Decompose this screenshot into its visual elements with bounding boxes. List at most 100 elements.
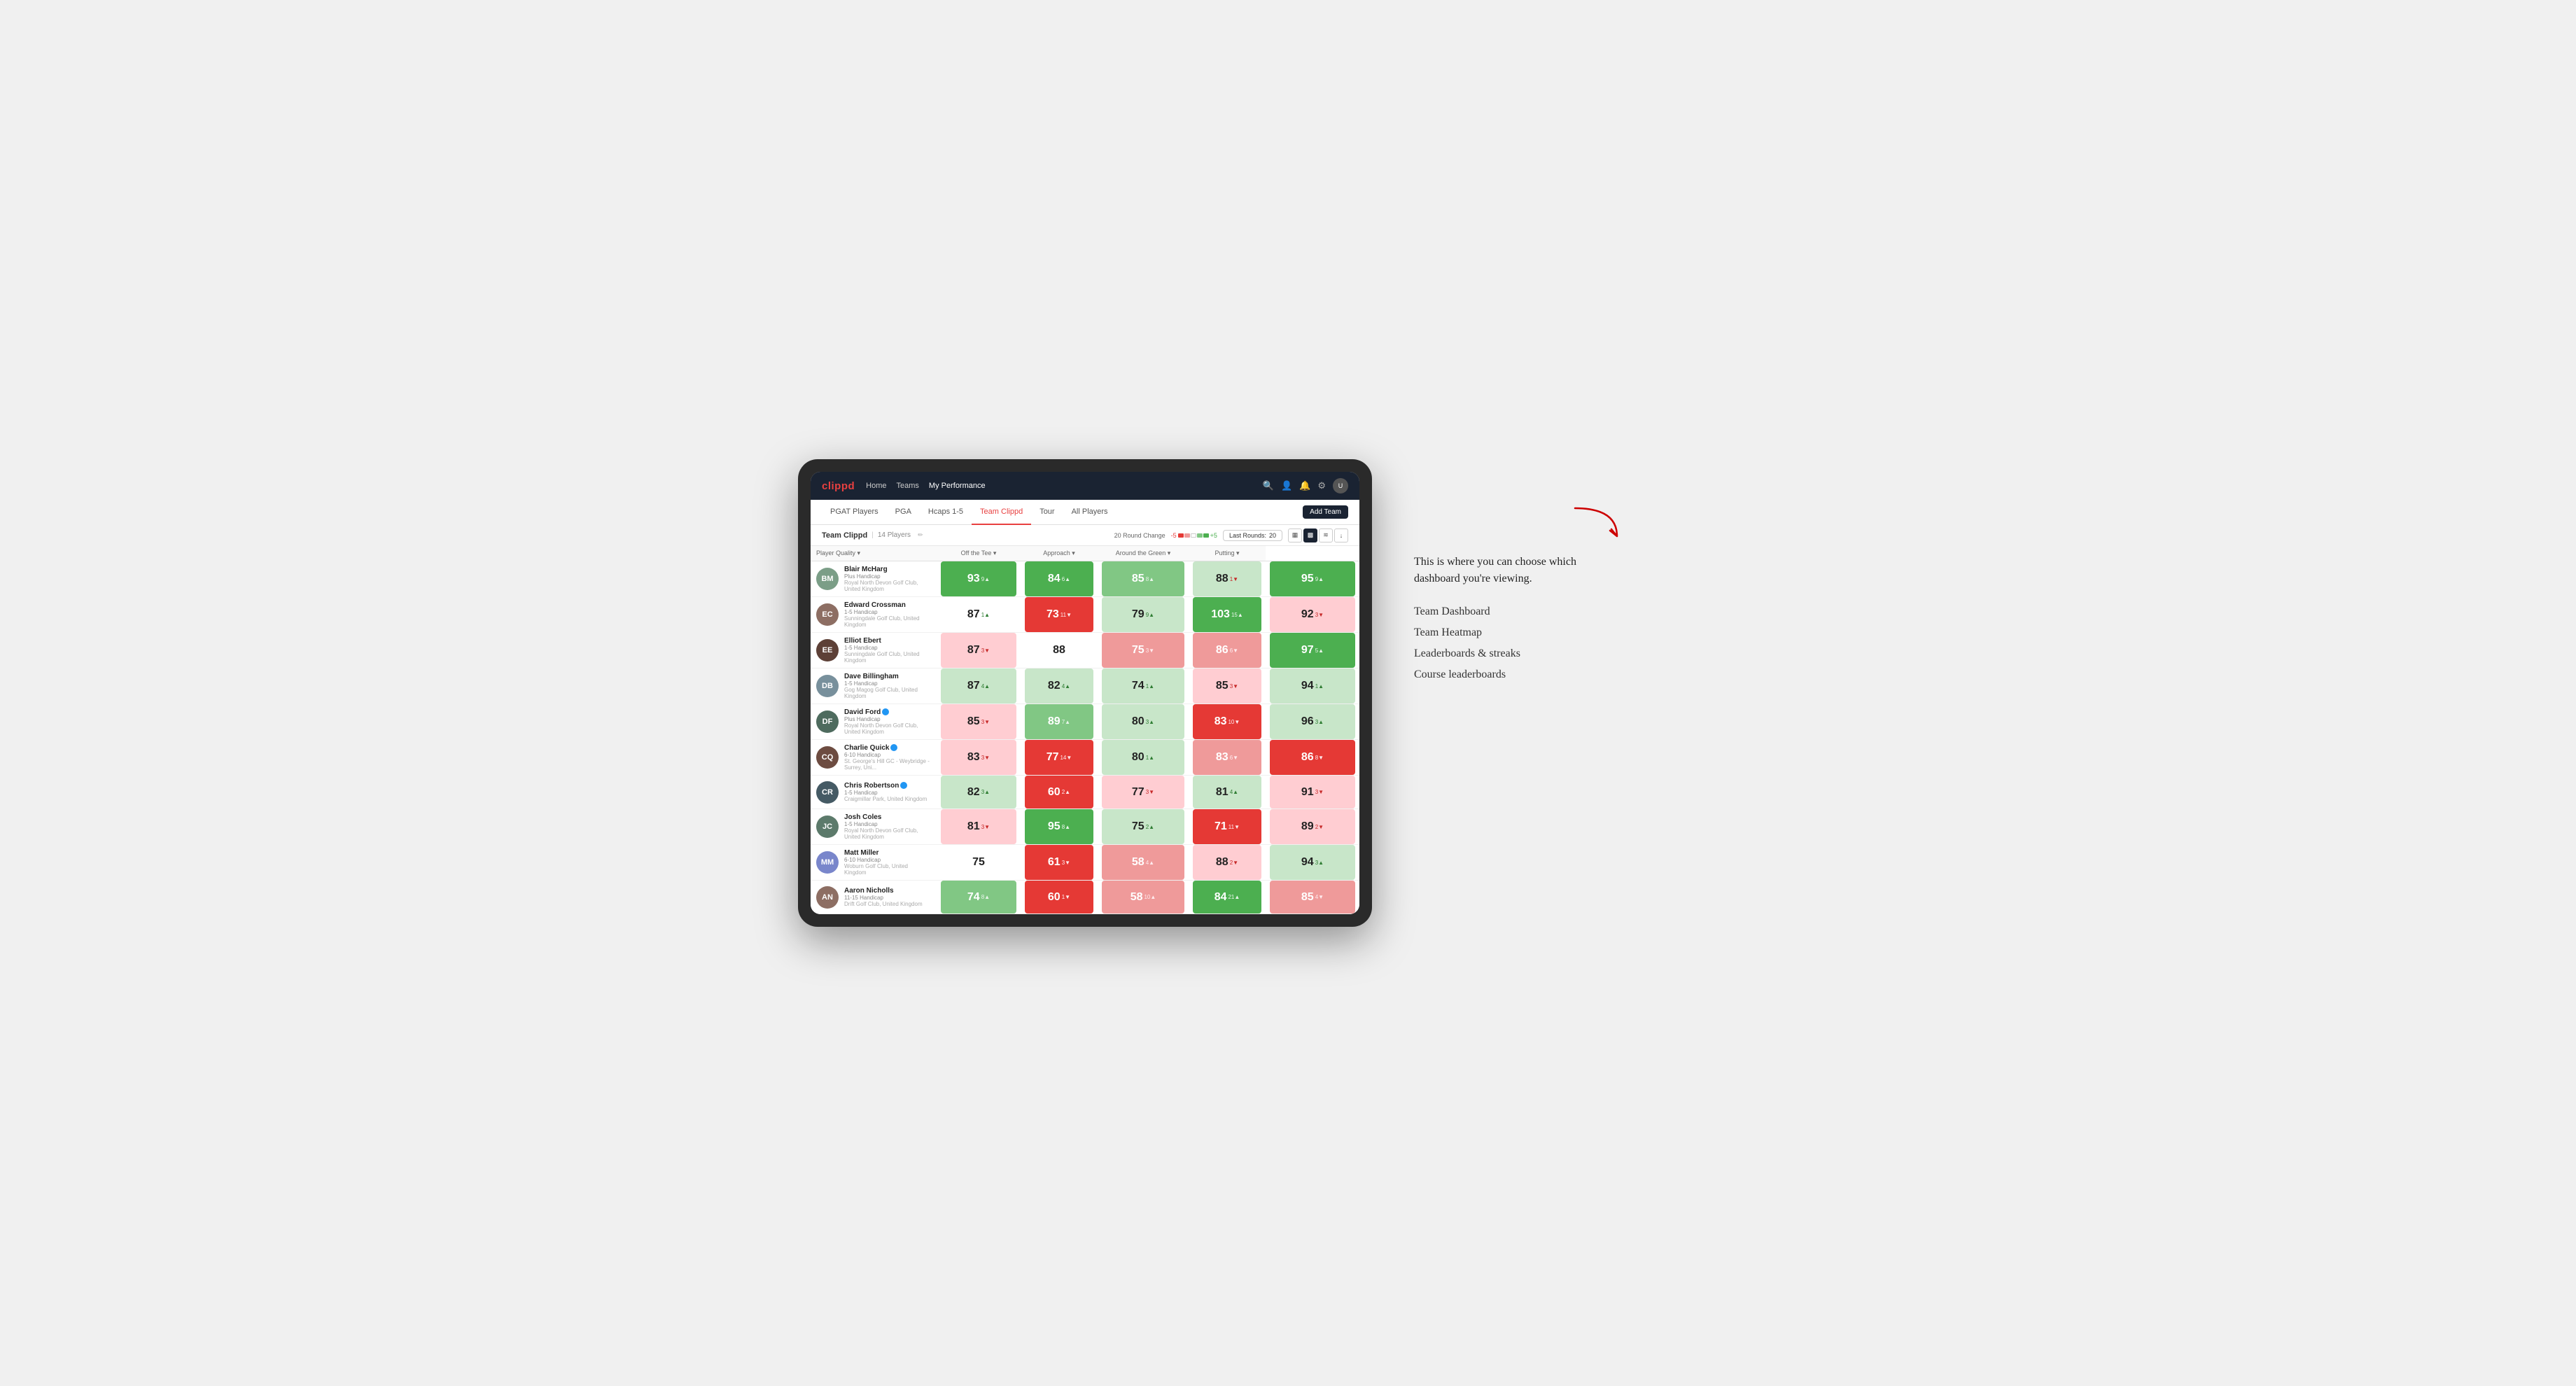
metric-cell-around_green[interactable]: 836▼ <box>1189 740 1266 776</box>
metric-cell-approach[interactable]: 773▼ <box>1098 776 1189 809</box>
metric-cell-putting[interactable]: 854▼ <box>1266 881 1359 914</box>
metric-cell-player_quality[interactable]: 748▲ <box>937 881 1021 914</box>
metric-cell-off_tee[interactable]: 88 <box>1021 633 1098 668</box>
user-icon[interactable]: 👤 <box>1281 480 1292 491</box>
settings-icon[interactable]: ⚙ <box>1317 480 1326 491</box>
metric-change: 8▲ <box>981 894 990 900</box>
player-cell-4[interactable]: DFDavid FordPlus HandicapRoyal North Dev… <box>811 704 937 740</box>
metric-cell-off_tee[interactable]: 897▲ <box>1021 704 1098 740</box>
metric-cell-off_tee[interactable]: 601▼ <box>1021 881 1098 914</box>
metric-cell-around_green[interactable]: 8310▼ <box>1189 704 1266 740</box>
player-cell-2[interactable]: EEElliot Ebert1-5 HandicapSunningdale Go… <box>811 633 937 668</box>
add-team-button[interactable]: Add Team <box>1303 505 1348 519</box>
metric-cell-putting[interactable]: 943▲ <box>1266 845 1359 881</box>
tab-pga[interactable]: PGA <box>887 500 920 525</box>
metric-cell-around_green[interactable]: 866▼ <box>1189 633 1266 668</box>
metric-cell-approach[interactable]: 858▲ <box>1098 561 1189 597</box>
metric-cell-player_quality[interactable]: 939▲ <box>937 561 1021 597</box>
metric-change: 21▲ <box>1228 894 1240 900</box>
view-grid-small[interactable]: ▦ <box>1288 528 1302 542</box>
player-cell-0[interactable]: BMBlair McHargPlus HandicapRoyal North D… <box>811 561 937 597</box>
metric-cell-putting[interactable]: 913▼ <box>1266 776 1359 809</box>
metric-cell-approach[interactable]: 803▲ <box>1098 704 1189 740</box>
metric-cell-approach[interactable]: 753▼ <box>1098 633 1189 668</box>
metric-change: 6▼ <box>1230 755 1238 761</box>
tab-team-clippd[interactable]: Team Clippd <box>972 500 1031 525</box>
metric-cell-around_green[interactable]: 8421▲ <box>1189 881 1266 914</box>
edit-icon[interactable]: ✏ <box>918 531 923 539</box>
metric-change: 3▼ <box>1146 789 1154 795</box>
player-cell-7[interactable]: JCJosh Coles1-5 HandicapRoyal North Devo… <box>811 809 937 845</box>
metric-cell-off_tee[interactable]: 958▲ <box>1021 809 1098 845</box>
metric-cell-putting[interactable]: 868▼ <box>1266 740 1359 776</box>
player-avatar: EE <box>816 639 839 662</box>
metric-cell-putting[interactable]: 941▲ <box>1266 668 1359 704</box>
round-change-label: 20 Round Change <box>1114 532 1166 539</box>
player-cell-1[interactable]: ECEdward Crossman1-5 HandicapSunningdale… <box>811 597 937 633</box>
metric-cell-player_quality[interactable]: 874▲ <box>937 668 1021 704</box>
metric-cell-player_quality[interactable]: 871▲ <box>937 597 1021 633</box>
player-cell-5[interactable]: CQCharlie Quick6-10 HandicapSt. George's… <box>811 740 937 776</box>
metric-value: 74 <box>967 891 980 904</box>
metric-cell-around_green[interactable]: 881▼ <box>1189 561 1266 597</box>
metric-cell-player_quality[interactable]: 853▼ <box>937 704 1021 740</box>
metric-cell-off_tee[interactable]: 824▲ <box>1021 668 1098 704</box>
view-download[interactable]: ↓ <box>1334 528 1348 542</box>
metric-cell-around_green[interactable]: 853▼ <box>1189 668 1266 704</box>
metric-cell-player_quality[interactable]: 873▼ <box>937 633 1021 668</box>
bell-icon[interactable]: 🔔 <box>1299 480 1310 491</box>
metric-cell-approach[interactable]: 799▲ <box>1098 597 1189 633</box>
metric-cell-putting[interactable]: 923▼ <box>1266 597 1359 633</box>
player-cell-8[interactable]: MMMatt Miller6-10 HandicapWoburn Golf Cl… <box>811 845 937 881</box>
nav-link-home[interactable]: Home <box>866 482 886 490</box>
metric-cell-approach[interactable]: 741▲ <box>1098 668 1189 704</box>
nav-link-teams[interactable]: Teams <box>897 482 919 490</box>
metric-change: 9▲ <box>1315 576 1324 582</box>
metric-cell-around_green[interactable]: 814▲ <box>1189 776 1266 809</box>
tab-hcaps[interactable]: Hcaps 1-5 <box>920 500 972 525</box>
last-rounds-button[interactable]: Last Rounds: 20 <box>1223 530 1282 541</box>
table-row: DFDavid FordPlus HandicapRoyal North Dev… <box>811 704 1359 740</box>
metric-cell-off_tee[interactable]: 846▲ <box>1021 561 1098 597</box>
nav-link-performance[interactable]: My Performance <box>929 482 986 490</box>
metric-value: 77 <box>1046 751 1059 764</box>
metric-cell-putting[interactable]: 892▼ <box>1266 809 1359 845</box>
metric-value: 82 <box>1048 680 1060 692</box>
metric-cell-putting[interactable]: 963▲ <box>1266 704 1359 740</box>
nav-bar: clippd Home Teams My Performance 🔍 👤 🔔 ⚙… <box>811 472 1359 500</box>
metric-cell-off_tee[interactable]: 7311▼ <box>1021 597 1098 633</box>
tab-all-players[interactable]: All Players <box>1063 500 1116 525</box>
metric-cell-approach[interactable]: 801▲ <box>1098 740 1189 776</box>
metric-cell-off_tee[interactable]: 7714▼ <box>1021 740 1098 776</box>
metric-cell-approach[interactable]: 752▲ <box>1098 809 1189 845</box>
metric-cell-player_quality[interactable]: 833▼ <box>937 740 1021 776</box>
scale-seg-3 <box>1191 533 1196 538</box>
player-cell-9[interactable]: ANAaron Nicholls11-15 HandicapDrift Golf… <box>811 881 937 914</box>
metric-cell-putting[interactable]: 959▲ <box>1266 561 1359 597</box>
metric-cell-approach[interactable]: 584▲ <box>1098 845 1189 881</box>
view-heatmap[interactable]: ≋ <box>1319 528 1333 542</box>
col-player: Player Quality ▾ <box>811 546 937 561</box>
metric-value: 83 <box>1214 715 1227 728</box>
search-icon[interactable]: 🔍 <box>1263 480 1274 491</box>
avatar[interactable]: U <box>1333 478 1348 493</box>
metric-cell-player_quality[interactable]: 813▼ <box>937 809 1021 845</box>
metric-cell-around_green[interactable]: 10315▲ <box>1189 597 1266 633</box>
metric-change: 10▼ <box>1228 719 1240 725</box>
metric-cell-off_tee[interactable]: 602▲ <box>1021 776 1098 809</box>
metric-cell-around_green[interactable]: 882▼ <box>1189 845 1266 881</box>
tab-tour[interactable]: Tour <box>1031 500 1063 525</box>
view-grid-large[interactable]: ▩ <box>1303 528 1317 542</box>
metric-change: 3▼ <box>981 648 990 654</box>
player-club: Craigmillar Park, United Kingdom <box>844 796 927 802</box>
tab-pgat-players[interactable]: PGAT Players <box>822 500 887 525</box>
metric-cell-approach[interactable]: 5810▲ <box>1098 881 1189 914</box>
metric-cell-off_tee[interactable]: 613▼ <box>1021 845 1098 881</box>
metric-cell-player_quality[interactable]: 75 <box>937 845 1021 881</box>
player-cell-3[interactable]: DBDave Billingham1-5 HandicapGog Magog G… <box>811 668 937 704</box>
metric-cell-putting[interactable]: 975▲ <box>1266 633 1359 668</box>
metric-cell-around_green[interactable]: 7111▼ <box>1189 809 1266 845</box>
metric-cell-player_quality[interactable]: 823▲ <box>937 776 1021 809</box>
player-cell-6[interactable]: CRChris Robertson1-5 HandicapCraigmillar… <box>811 776 937 809</box>
table-row: ECEdward Crossman1-5 HandicapSunningdale… <box>811 597 1359 633</box>
